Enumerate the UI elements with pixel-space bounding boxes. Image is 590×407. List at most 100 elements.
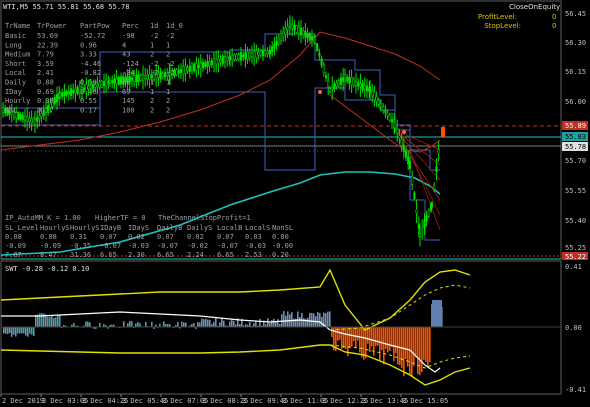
trend-cell: -2 bbox=[150, 60, 158, 68]
trend-cell: 2.41 bbox=[37, 69, 54, 77]
candle-body bbox=[141, 74, 145, 81]
histogram-bar bbox=[399, 327, 401, 365]
histogram-bar bbox=[35, 314, 37, 327]
candle-body bbox=[415, 209, 418, 214]
histogram-bar bbox=[11, 327, 13, 337]
candle-body bbox=[339, 77, 343, 85]
sl-header: DailyS bbox=[187, 224, 212, 232]
histogram-bar bbox=[353, 327, 355, 342]
histogram-bar bbox=[355, 327, 357, 349]
sl-cell: 0.20 bbox=[272, 251, 289, 259]
candle-body bbox=[53, 97, 56, 105]
sl-header: SL_Level bbox=[5, 224, 39, 232]
histogram-bar bbox=[57, 314, 59, 327]
histogram-bar bbox=[425, 327, 427, 362]
candle-body bbox=[268, 49, 272, 55]
histogram-bar bbox=[215, 318, 217, 327]
histogram-bar bbox=[405, 327, 407, 360]
histogram-bar bbox=[331, 327, 333, 338]
candle-body bbox=[377, 99, 380, 105]
candle-body bbox=[38, 115, 41, 119]
candle-body bbox=[23, 116, 27, 121]
candle-body bbox=[352, 78, 355, 86]
histogram-bar bbox=[5, 327, 7, 334]
candle-body bbox=[322, 65, 325, 74]
histogram-bar bbox=[85, 321, 87, 327]
sl-cell: 0.08 bbox=[5, 233, 22, 241]
sl-header: LocalB bbox=[217, 224, 242, 232]
histogram-bar bbox=[185, 322, 187, 327]
histogram-bar bbox=[421, 327, 423, 373]
histogram-bar bbox=[197, 322, 199, 327]
stop-level-value: 0 bbox=[552, 22, 556, 30]
trend-cell: 2 bbox=[150, 106, 154, 114]
histogram-bar bbox=[423, 327, 425, 360]
indicator-tick: 0.41 bbox=[565, 263, 582, 271]
candle-body bbox=[282, 31, 285, 37]
candle-body bbox=[206, 61, 209, 67]
histogram-bar bbox=[371, 327, 373, 347]
candle-body bbox=[435, 166, 438, 173]
histogram-bar bbox=[233, 320, 235, 327]
sl-cell: 0.02 bbox=[128, 233, 145, 241]
sl-cell: 7.87 bbox=[5, 251, 22, 259]
candle-body bbox=[433, 184, 436, 190]
candle-body bbox=[264, 50, 267, 56]
histogram-bar bbox=[21, 327, 23, 334]
trend-cell: -52.72 bbox=[80, 32, 105, 40]
sl-cell: 2.24 bbox=[187, 251, 204, 259]
trend-cell: 2 bbox=[150, 97, 154, 105]
price-marker-bottom-text: 55.22 bbox=[565, 253, 586, 261]
histogram-bar bbox=[89, 322, 91, 327]
trend-cell: NSL bbox=[5, 106, 18, 114]
trend-cell: 2 bbox=[166, 51, 170, 59]
histogram-bar bbox=[303, 318, 305, 327]
candle-body bbox=[346, 76, 349, 82]
histogram-bar bbox=[213, 321, 215, 327]
candle-body bbox=[36, 117, 39, 123]
candle-body bbox=[293, 25, 296, 31]
price-marker-white-text: 55.78 bbox=[565, 143, 586, 151]
candle-body bbox=[102, 81, 106, 86]
candle-body bbox=[175, 69, 178, 76]
histogram-bar bbox=[51, 315, 53, 327]
trend-cell: 0.17 bbox=[80, 106, 97, 114]
trend-cell: Long bbox=[5, 41, 22, 49]
trend-cell: 0.88 bbox=[37, 79, 54, 87]
price-tick: 56.15 bbox=[565, 68, 586, 76]
candle-body bbox=[135, 74, 138, 83]
candle-body bbox=[212, 58, 216, 67]
histogram-bar bbox=[309, 312, 311, 327]
sl-cell: -0.09 bbox=[40, 242, 61, 250]
sl-header: IDayB bbox=[100, 224, 121, 232]
histogram-bar bbox=[25, 327, 27, 336]
candle-body bbox=[58, 92, 62, 98]
trend-cell: 2 bbox=[150, 51, 154, 59]
sl-header: HourlyS bbox=[70, 224, 100, 232]
histogram-bar bbox=[311, 312, 313, 327]
candle-body bbox=[404, 151, 408, 158]
candle-body bbox=[30, 118, 33, 124]
histogram-bar bbox=[201, 318, 203, 327]
trend-cell: 0.48 bbox=[80, 88, 97, 96]
candle-body bbox=[113, 79, 116, 84]
trend-cell: 1 bbox=[150, 88, 154, 96]
histogram-bar bbox=[129, 321, 131, 327]
histogram-bar bbox=[41, 313, 43, 327]
sl-cell: 0.07 bbox=[217, 233, 234, 241]
trading-chart[interactable]: 56.45 56.30 56.15 56.00 55.70 55.55 55.4… bbox=[0, 0, 590, 407]
candle-body bbox=[69, 88, 73, 97]
trend-cell: Local bbox=[5, 69, 26, 77]
sl-cell: 0.07 bbox=[100, 233, 117, 241]
sl-cell: 0.31 bbox=[70, 233, 87, 241]
signal-flag bbox=[441, 127, 445, 137]
histogram-bar bbox=[291, 312, 293, 327]
sl-cell: -0.03 bbox=[245, 242, 266, 250]
histogram-bar bbox=[349, 327, 351, 349]
candle-body bbox=[327, 80, 330, 88]
mm-left: IP_AutoMM_K = 1.00 bbox=[5, 214, 81, 222]
histogram-bar bbox=[99, 322, 101, 327]
candle-body bbox=[318, 52, 321, 57]
sl-cell: -0.03 bbox=[128, 242, 149, 250]
candle-body bbox=[137, 74, 140, 83]
